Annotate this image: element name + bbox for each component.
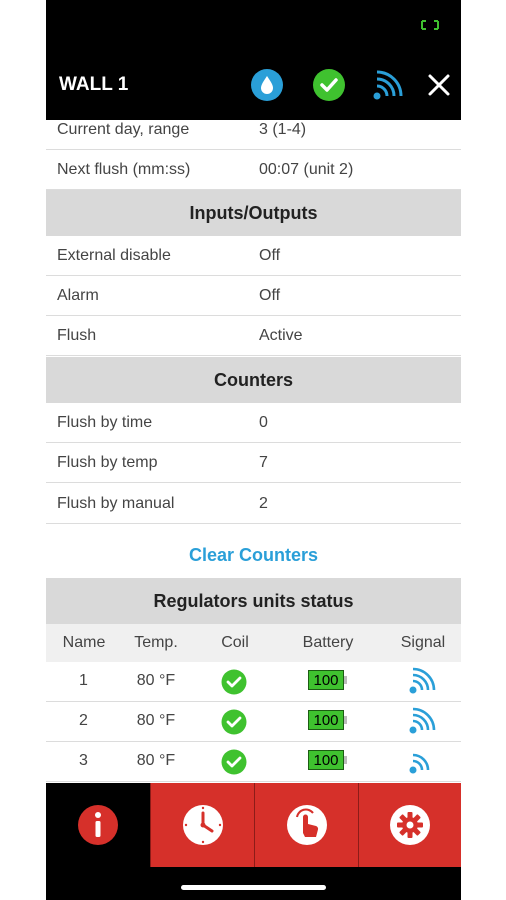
io-row-external-disable: External disable Off: [46, 236, 461, 276]
row-label: Next flush (mm:ss): [57, 161, 191, 178]
row-value: 3 (1-4): [259, 121, 307, 138]
regulators-table-header: Name Temp. Coil Battery Signal: [46, 624, 461, 662]
unit-name: 2: [79, 712, 88, 729]
tab-manual[interactable]: [254, 783, 358, 867]
counter-row-temp: Flush by temp 7: [46, 443, 461, 483]
clock-icon: [182, 805, 223, 845]
home-indicator[interactable]: [181, 885, 326, 890]
battery-status-icon: [421, 20, 439, 30]
table-row: 2 80 °F 100: [46, 702, 461, 742]
coil-ok-icon: [221, 749, 247, 775]
battery-level: 100: [308, 750, 344, 770]
status-bar: [46, 0, 461, 50]
signal-icon: [409, 667, 436, 694]
row-label: Alarm: [57, 287, 99, 304]
row-label: Flush: [57, 327, 97, 344]
row-value: 00:07 (unit 2): [259, 161, 354, 178]
unit-name: 3: [79, 752, 88, 769]
bottom-tab-bar: [46, 783, 461, 867]
counter-row-manual: Flush by manual 2: [46, 484, 461, 524]
battery-level: 100: [308, 710, 344, 730]
section-header-io: Inputs/Outputs: [46, 190, 461, 236]
io-row-alarm: Alarm Off: [46, 276, 461, 316]
row-value: Active: [259, 327, 303, 344]
coil-ok-icon: [221, 669, 247, 695]
battery-nub: [344, 676, 347, 684]
unit-temp: 80 °F: [136, 712, 176, 729]
table-row: 1 80 °F 100: [46, 662, 461, 702]
column-header-signal: Signal: [400, 634, 446, 651]
row-value: 2: [259, 495, 268, 512]
row-label: Current day, range: [57, 121, 190, 138]
signal-icon: [409, 707, 436, 734]
row-label: Flush by temp: [57, 454, 158, 471]
unit-temp: 80 °F: [136, 672, 176, 689]
io-row-flush: Flush Active: [46, 316, 461, 356]
tab-settings[interactable]: [358, 783, 461, 867]
details-content: Current day, range 3 (1-4) Next flush (m…: [46, 120, 461, 783]
row-value: Off: [259, 247, 281, 264]
row-value: 0: [259, 414, 268, 431]
check-circle-icon[interactable]: [312, 68, 346, 102]
table-row: 3 80 °F 100: [46, 742, 461, 782]
phone-screen: WALL 1 Current day, range 3 (1-4) Next f…: [46, 0, 461, 900]
clear-counters-button[interactable]: Clear Counters: [46, 532, 461, 578]
wifi-signal-icon[interactable]: [371, 68, 405, 102]
gear-icon: [390, 805, 430, 845]
row-value: 7: [259, 454, 268, 471]
battery-nub: [344, 716, 347, 724]
coil-ok-icon: [221, 709, 247, 735]
close-icon[interactable]: [422, 68, 456, 102]
signal-low-icon: [409, 753, 430, 774]
unit-name: 1: [79, 672, 88, 689]
row-label: Flush by time: [57, 414, 153, 431]
counter-row-time: Flush by time 0: [46, 403, 461, 443]
column-header-battery: Battery: [302, 634, 354, 651]
page-title: WALL 1: [59, 74, 129, 95]
water-drop-icon[interactable]: [250, 68, 284, 102]
section-header-counters: Counters: [46, 357, 461, 403]
unit-temp: 80 °F: [136, 752, 176, 769]
row-value: Off: [259, 287, 281, 304]
battery-level: 100: [308, 670, 344, 690]
column-header-temp: Temp.: [134, 634, 178, 651]
tab-info[interactable]: [46, 783, 150, 867]
touch-icon: [286, 805, 327, 845]
status-row-current-day: Current day, range 3 (1-4): [46, 120, 461, 150]
tab-schedule[interactable]: [150, 783, 254, 867]
column-header-coil: Coil: [221, 634, 249, 651]
section-header-regulators: Regulators units status: [46, 578, 461, 624]
row-label: External disable: [57, 247, 171, 264]
info-icon: [78, 805, 118, 845]
row-label: Flush by manual: [57, 495, 175, 512]
status-row-next-flush: Next flush (mm:ss) 00:07 (unit 2): [46, 150, 461, 190]
header-bar: WALL 1: [46, 50, 461, 120]
battery-nub: [344, 756, 347, 764]
